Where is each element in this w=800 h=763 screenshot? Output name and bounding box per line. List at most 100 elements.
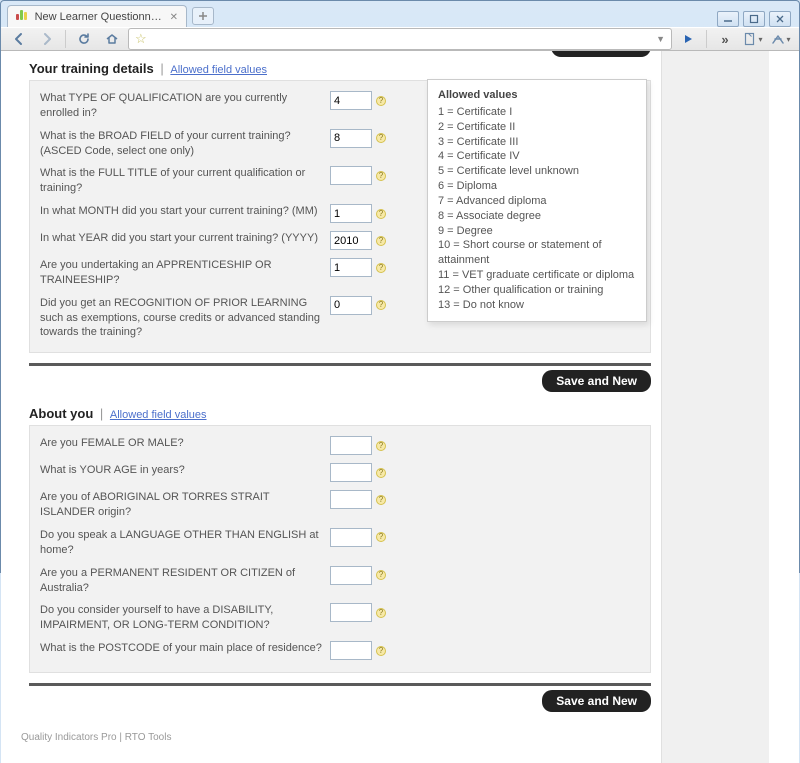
tooltip-line: 11 = VET graduate certificate or diploma	[438, 268, 636, 283]
input-wrap: ?	[330, 296, 386, 315]
help-icon[interactable]: ?	[376, 441, 386, 451]
answer-input[interactable]	[330, 91, 372, 110]
answer-input[interactable]	[330, 463, 372, 482]
section-title: Your training details	[29, 61, 154, 76]
settings-menu-button[interactable]: ▾	[769, 28, 793, 50]
home-button[interactable]	[100, 28, 124, 50]
page-scroll[interactable]: Your training details | Allowed field va…	[1, 51, 799, 763]
help-icon[interactable]: ?	[376, 608, 386, 618]
question-label: Are you undertaking an APPRENTICESHIP OR…	[40, 258, 330, 288]
question-row: Are you FEMALE OR MALE??	[40, 432, 640, 459]
url-input[interactable]	[153, 33, 650, 45]
input-wrap: ?	[330, 91, 386, 110]
titlebar: New Learner Questionnaire... ✕	[1, 1, 799, 27]
question-label: Do you consider yourself to have a DISAB…	[40, 603, 330, 633]
more-button[interactable]: »	[713, 28, 737, 50]
tooltip-line: 2 = Certificate II	[438, 120, 636, 135]
help-icon[interactable]: ?	[376, 133, 386, 143]
answer-input[interactable]	[330, 129, 372, 148]
help-icon[interactable]: ?	[376, 171, 386, 181]
help-icon[interactable]: ?	[376, 495, 386, 505]
tooltip-line: 13 = Do not know	[438, 298, 636, 313]
input-wrap: ?	[330, 566, 386, 585]
question-label: What is the POSTCODE of your main place …	[40, 641, 330, 656]
question-row: Do you speak a LANGUAGE OTHER THAN ENGLI…	[40, 524, 640, 562]
tooltip-line: 5 = Certificate level unknown	[438, 164, 636, 179]
tooltip-line: 10 = Short course or statement of attain…	[438, 238, 636, 268]
help-icon[interactable]: ?	[376, 209, 386, 219]
save-and-new-button[interactable]: Save and New	[542, 690, 651, 712]
tooltip-line: 12 = Other qualification or training	[438, 283, 636, 298]
tooltip-title: Allowed values	[438, 88, 636, 103]
new-tab-button[interactable]	[192, 7, 214, 25]
reload-button[interactable]	[72, 28, 96, 50]
answer-input[interactable]	[330, 258, 372, 277]
maximize-button[interactable]	[743, 11, 765, 27]
input-wrap: ?	[330, 463, 386, 482]
input-wrap: ?	[330, 204, 386, 223]
window-controls	[717, 9, 795, 27]
answer-input[interactable]	[330, 436, 372, 455]
page-menu-button[interactable]: ▾	[741, 28, 765, 50]
url-bar[interactable]: ☆ ▼	[128, 28, 672, 50]
help-icon[interactable]: ?	[376, 300, 386, 310]
help-icon[interactable]: ?	[376, 236, 386, 246]
answer-input[interactable]	[330, 204, 372, 223]
question-row: What is YOUR AGE in years??	[40, 459, 640, 486]
answer-input[interactable]	[330, 231, 372, 250]
help-icon[interactable]: ?	[376, 532, 386, 542]
tooltip-line: 3 = Certificate III	[438, 135, 636, 150]
answer-input[interactable]	[330, 528, 372, 547]
question-label: What TYPE OF QUALIFICATION are you curre…	[40, 91, 330, 121]
answer-input[interactable]	[330, 641, 372, 660]
tooltip-line: 6 = Diploma	[438, 179, 636, 194]
question-label: What is the BROAD FIELD of your current …	[40, 129, 330, 159]
form-block: Are you FEMALE OR MALE??What is YOUR AGE…	[29, 425, 651, 673]
close-icon[interactable]: ✕	[170, 12, 178, 23]
section-divider	[29, 683, 651, 686]
toolbar: ☆ ▼ » ▾ ▾	[1, 27, 799, 51]
tooltip-line: 7 = Advanced diploma	[438, 194, 636, 209]
bookmark-star-icon[interactable]: ☆	[135, 31, 147, 47]
help-icon[interactable]: ?	[376, 263, 386, 273]
section-heading: About you | Allowed field values	[29, 402, 651, 425]
answer-input[interactable]	[330, 296, 372, 315]
question-label: In what YEAR did you start your current …	[40, 231, 330, 246]
question-label: Are you FEMALE OR MALE?	[40, 436, 330, 451]
go-button[interactable]	[676, 28, 700, 50]
answer-input[interactable]	[330, 490, 372, 509]
help-icon[interactable]: ?	[376, 570, 386, 580]
close-window-button[interactable]	[769, 11, 791, 27]
help-icon[interactable]: ?	[376, 96, 386, 106]
tooltip-line: 8 = Associate degree	[438, 209, 636, 224]
training-details-section: Your training details | Allowed field va…	[29, 57, 651, 353]
back-button[interactable]	[7, 28, 31, 50]
answer-input[interactable]	[330, 603, 372, 622]
footer-text: Quality Indicators Pro | RTO Tools	[1, 722, 661, 753]
tooltip-line: 9 = Degree	[438, 224, 636, 239]
answer-input[interactable]	[330, 166, 372, 185]
save-and-new-button[interactable]: Save and New	[542, 370, 651, 392]
forward-button[interactable]	[35, 28, 59, 50]
help-icon[interactable]: ?	[376, 468, 386, 478]
dropdown-icon[interactable]: ▼	[656, 34, 665, 44]
input-wrap: ?	[330, 528, 386, 547]
minimize-button[interactable]	[717, 11, 739, 27]
help-icon[interactable]: ?	[376, 646, 386, 656]
question-label: What is YOUR AGE in years?	[40, 463, 330, 478]
tabs-row: New Learner Questionnaire... ✕	[5, 1, 214, 27]
allowed-values-link[interactable]: Allowed field values	[110, 409, 207, 421]
browser-tab[interactable]: New Learner Questionnaire... ✕	[7, 5, 187, 27]
chart-bars-icon	[16, 10, 30, 24]
section-title: About you	[29, 406, 93, 421]
input-wrap: ?	[330, 436, 386, 455]
question-label: Are you of ABORIGINAL OR TORRES STRAIT I…	[40, 490, 330, 520]
question-label: Did you get an RECOGNITION OF PRIOR LEAR…	[40, 296, 330, 341]
allowed-values-link[interactable]: Allowed field values	[170, 64, 267, 76]
input-wrap: ?	[330, 166, 386, 185]
section-divider	[29, 363, 651, 366]
right-column	[661, 51, 769, 763]
answer-input[interactable]	[330, 566, 372, 585]
tooltip-line: 1 = Certificate I	[438, 105, 636, 120]
question-row: Do you consider yourself to have a DISAB…	[40, 599, 640, 637]
